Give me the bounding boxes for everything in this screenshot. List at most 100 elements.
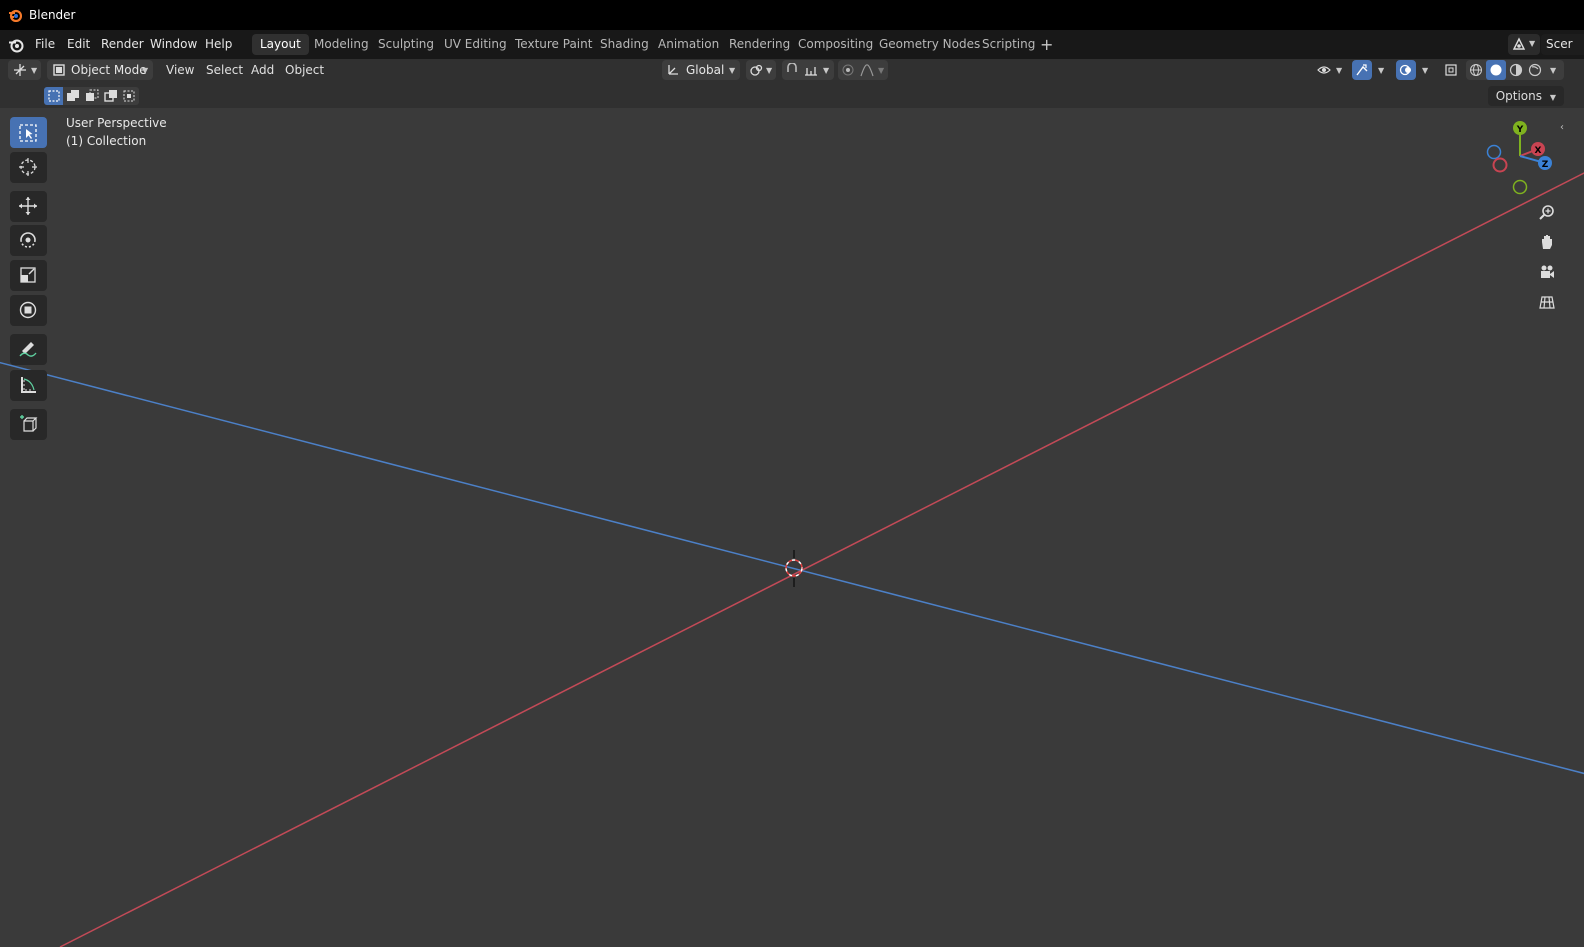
blender-menu-icon[interactable] <box>8 37 24 53</box>
menu-view[interactable]: View <box>166 63 194 77</box>
tab-compositing[interactable]: Compositing <box>790 34 881 55</box>
transform-orientation-dropdown[interactable]: Global ▼ <box>662 60 740 80</box>
xray-toggle-button[interactable] <box>1441 60 1461 80</box>
tool-annotate[interactable] <box>10 334 47 365</box>
ortho-toggle-button[interactable] <box>1535 290 1559 314</box>
scene-icon <box>1512 37 1526 50</box>
select-intersect-icon[interactable] <box>122 89 136 103</box>
chevron-down-icon: ▼ <box>31 66 38 75</box>
tab-animation[interactable]: Animation <box>650 34 727 55</box>
select-subtract-icon[interactable] <box>85 89 99 103</box>
selection-mode-group[interactable] <box>44 87 139 105</box>
rendered-shading-icon[interactable] <box>1528 63 1542 77</box>
measure-icon <box>21 377 36 393</box>
options-label: Options <box>1495 89 1543 103</box>
tool-measure[interactable] <box>10 370 47 401</box>
tab-shading[interactable]: Shading <box>592 34 657 55</box>
pivot-point-dropdown[interactable]: ▼ <box>746 60 776 80</box>
tool-settings-bar <box>0 83 1584 108</box>
pan-button[interactable] <box>1535 230 1559 254</box>
select-mode-new-button[interactable] <box>44 87 63 105</box>
scene-selector-button[interactable]: ▼ <box>1508 34 1540 55</box>
tool-transform[interactable] <box>10 295 47 326</box>
tool-rotate[interactable] <box>10 225 47 256</box>
chevron-down-icon: ▼ <box>1529 39 1536 48</box>
gizmo-icon <box>1356 64 1368 76</box>
add-workspace-icon[interactable]: + <box>1040 35 1053 54</box>
tab-rendering[interactable]: Rendering <box>721 34 798 55</box>
chevron-down-icon: ▼ <box>1549 93 1556 102</box>
select-extend-icon[interactable] <box>66 89 80 103</box>
tool-cursor[interactable] <box>10 152 47 183</box>
move-icon <box>19 197 37 215</box>
snapping-group[interactable]: ▼ <box>782 60 834 80</box>
gizmo-toggle-button[interactable] <box>1352 60 1372 80</box>
navigation-gizmo[interactable]: Y X Z <box>1480 116 1560 196</box>
overlay-icon <box>1399 64 1411 76</box>
object-mode-dropdown[interactable]: Object Mode ▼ <box>47 60 153 80</box>
gizmo-neg-y[interactable] <box>1512 179 1528 195</box>
eye-icon <box>1317 66 1331 74</box>
rotate-icon <box>20 232 36 248</box>
menu-help[interactable]: Help <box>205 37 232 51</box>
tab-layout[interactable]: Layout <box>252 34 309 55</box>
3d-viewport[interactable]: User Perspective (1) Collection Y X Z ‹ <box>0 108 1584 947</box>
orientation-label: Global <box>686 63 725 77</box>
window-title: Blender <box>29 8 76 22</box>
menu-object[interactable]: Object <box>285 63 324 77</box>
menu-select[interactable]: Select <box>206 63 243 77</box>
gizmo-toggle-group[interactable]: ▼ <box>1352 60 1390 80</box>
menu-add[interactable]: Add <box>251 63 274 77</box>
tab-geometry-nodes[interactable]: Geometry Nodes <box>871 34 988 55</box>
tool-add-cube[interactable] <box>10 409 47 440</box>
proportional-edit-icon[interactable] <box>841 63 855 77</box>
cursor-icon <box>19 158 37 176</box>
scene-name-field[interactable]: Scer <box>1541 34 1584 55</box>
tool-select-box[interactable] <box>10 117 47 148</box>
title-bar: Blender <box>0 0 1584 30</box>
proportional-editing-group[interactable]: ▼ <box>838 60 888 80</box>
add-cube-icon <box>20 415 38 432</box>
falloff-curve-icon <box>860 64 874 77</box>
tab-texture-paint[interactable]: Texture Paint <box>507 34 600 55</box>
menu-file[interactable]: File <box>35 37 55 51</box>
select-box-icon <box>19 124 37 142</box>
tool-move[interactable] <box>10 191 47 222</box>
gizmo-y-label: Y <box>1516 125 1524 135</box>
editor-type-dropdown[interactable]: ▼ <box>8 60 41 80</box>
tab-uv-editing[interactable]: UV Editing <box>436 34 515 55</box>
scene-name: Scer <box>1546 37 1573 51</box>
tab-modeling[interactable]: Modeling <box>306 34 377 55</box>
wireframe-shading-icon[interactable] <box>1469 63 1483 77</box>
snap-increment-icon <box>805 67 817 76</box>
3d-cursor-icon[interactable] <box>780 550 810 590</box>
options-dropdown[interactable]: Options ▼ <box>1487 86 1564 106</box>
shading-mode-group[interactable]: ▼ <box>1466 60 1564 80</box>
gizmo-neg-z[interactable] <box>1486 144 1502 160</box>
chevron-down-icon: ▼ <box>1378 66 1385 75</box>
tab-sculpting[interactable]: Sculpting <box>370 34 442 55</box>
menu-render[interactable]: Render <box>101 37 144 51</box>
visibility-dropdown[interactable]: ▼ <box>1314 60 1348 80</box>
sidebar-toggle-icon[interactable]: ‹ <box>1560 122 1564 133</box>
gizmo-x-label: X <box>1535 146 1542 156</box>
overlay-toggle-group[interactable]: ▼ <box>1396 60 1434 80</box>
magnet-icon[interactable] <box>785 63 799 77</box>
object-mode-icon <box>53 64 65 76</box>
chevron-down-icon: ▼ <box>1550 66 1557 75</box>
solid-shading-button[interactable] <box>1486 60 1506 80</box>
zoom-button[interactable] <box>1535 200 1559 224</box>
menu-window[interactable]: Window <box>150 37 197 51</box>
axes-editor-icon <box>14 64 26 76</box>
menu-edit[interactable]: Edit <box>67 37 90 51</box>
chevron-down-icon: ▼ <box>823 66 830 75</box>
scale-icon <box>20 267 36 283</box>
tab-scripting[interactable]: Scripting <box>974 34 1043 55</box>
gizmo-neg-x[interactable] <box>1492 157 1508 173</box>
solid-shading-icon <box>1490 64 1502 76</box>
material-shading-icon[interactable] <box>1509 63 1523 77</box>
select-invert-icon[interactable] <box>104 89 118 103</box>
tool-scale[interactable] <box>10 260 47 291</box>
overlay-toggle-button[interactable] <box>1396 60 1416 80</box>
camera-view-button[interactable] <box>1535 260 1559 284</box>
